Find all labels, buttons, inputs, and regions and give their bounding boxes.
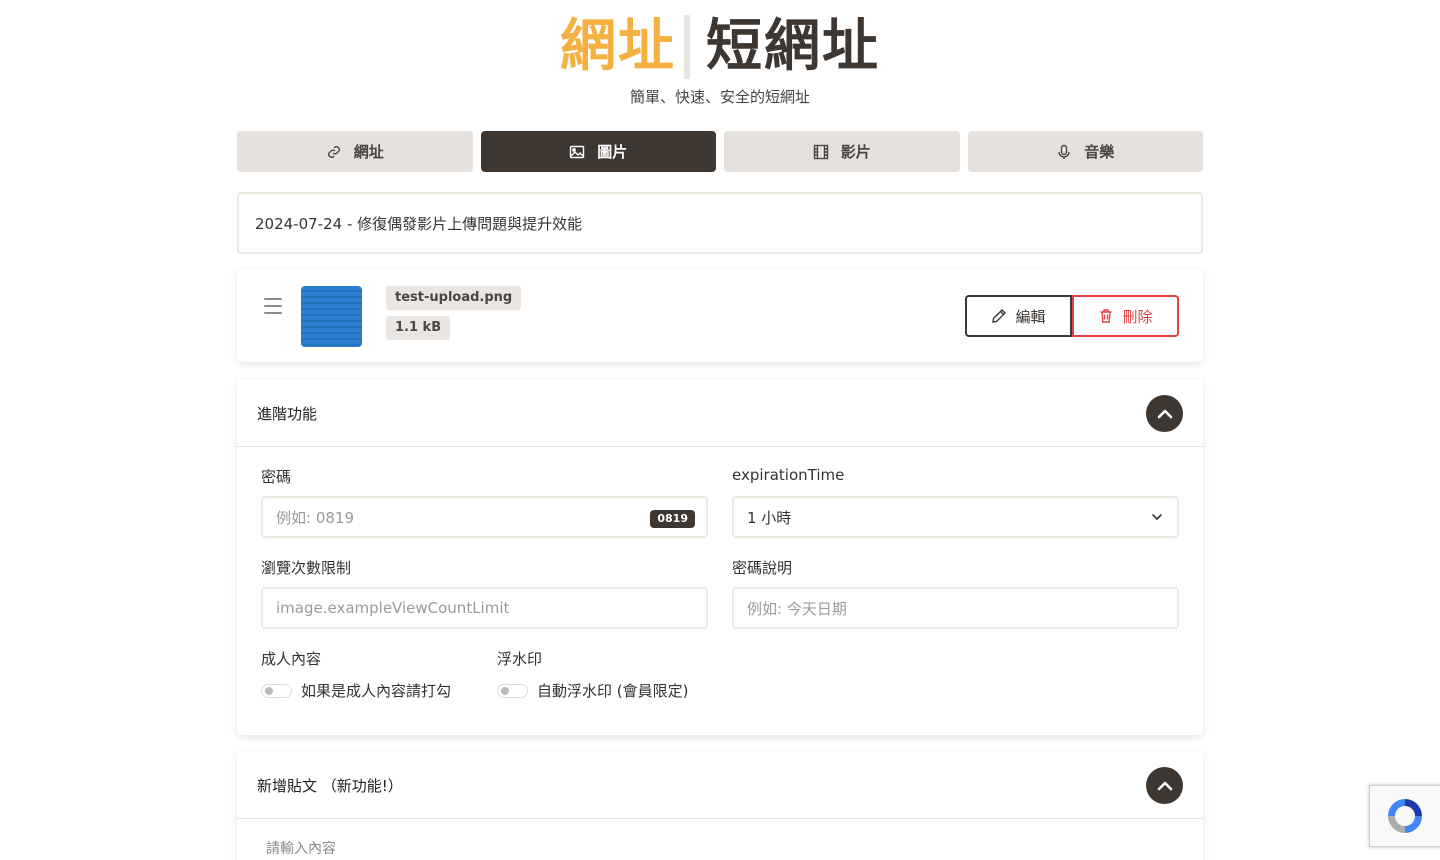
drag-handle-icon[interactable] [264,298,282,314]
file-size-badge: 1.1 kB [386,316,451,340]
advanced-settings-panel: 進階功能 密碼 例如: 0819 0819 expirationTime 1 小… [237,380,1203,735]
tab-music[interactable]: 音樂 [967,131,1203,172]
advanced-panel-header[interactable]: 進階功能 [237,380,1203,447]
logo-separator [684,15,690,79]
new-post-panel-title: 新增貼文 （新功能!） [257,776,403,795]
adult-content-switch-text: 如果是成人內容請打勾 [301,682,452,700]
chevron-up-icon [1157,409,1172,418]
file-thumbnail [301,286,362,347]
tab-image-label: 圖片 [597,143,628,161]
password-hint-label: 密碼說明 [732,559,793,577]
password-badge: 0819 [650,510,695,528]
announcement-banner: 2024-07-24 - 修復偶發影片上傳問題與提升效能 [237,192,1203,254]
password-hint-placeholder: 例如: 今天日期 [747,599,847,618]
recaptcha-badge[interactable] [1369,785,1440,847]
tab-music-label: 音樂 [1084,143,1115,161]
view-limit-label: 瀏覽次數限制 [261,559,352,577]
new-post-panel-header[interactable]: 新增貼文 （新功能!） [237,752,1203,819]
password-hint-input[interactable]: 例如: 今天日期 [732,587,1179,629]
expiration-value: 1 小時 [747,508,792,527]
film-icon [813,144,828,159]
tab-image[interactable]: 圖片 [480,131,716,172]
tab-url[interactable]: 網址 [237,131,473,172]
chevron-up-icon [1157,781,1172,790]
image-icon [570,145,585,158]
trash-icon [1100,309,1112,323]
watermark-toggle[interactable]: 自動浮水印 (會員限定) [497,680,688,701]
watermark-switch-text: 自動浮水印 (會員限定) [537,682,689,700]
pencil-icon [992,309,1007,323]
delete-button-label: 刪除 [1122,307,1153,326]
logo-sub-text: 短網址 [706,14,880,79]
watermark-switch[interactable] [497,683,528,698]
recaptcha-icon [1388,799,1422,833]
chevron-down-icon [1152,514,1162,520]
link-icon [327,145,340,158]
tagline: 簡單、快速、安全的短網址 [629,88,810,106]
upload-type-tabs: 網址 圖片 影片 音樂 [237,131,1203,172]
logo-main-text: 網址 [560,14,676,79]
edit-button-label: 編輯 [1015,307,1046,326]
site-logo[interactable]: 網址 短網址 [0,14,1440,80]
microphone-icon [1058,144,1070,159]
advanced-panel-title: 進階功能 [257,404,318,423]
password-label: 密碼 [261,468,292,486]
post-content-textarea[interactable]: 請輸入內容 [266,838,336,858]
password-input[interactable]: 例如: 0819 0819 [261,496,708,538]
new-post-panel: 新增貼文 （新功能!） 請輸入內容 [237,752,1203,860]
tab-video[interactable]: 影片 [724,131,960,172]
expiration-select[interactable]: 1 小時 [732,496,1179,538]
adult-content-switch[interactable] [261,683,292,698]
file-name-badge: test-upload.png [386,286,522,310]
collapse-post-button[interactable] [1146,767,1183,804]
collapse-advanced-button[interactable] [1146,395,1183,432]
tab-url-label: 網址 [353,143,384,161]
adult-content-label: 成人內容 [261,650,322,668]
password-placeholder: 例如: 0819 [276,508,354,527]
delete-button[interactable]: 刪除 [1072,295,1179,337]
view-limit-placeholder: image.exampleViewCountLimit [276,599,510,617]
uploaded-file-card: test-upload.png 1.1 kB 編輯 刪除 [237,270,1203,362]
adult-content-toggle[interactable]: 如果是成人內容請打勾 [261,680,451,701]
view-limit-input[interactable]: image.exampleViewCountLimit [261,587,708,629]
tab-video-label: 影片 [840,143,871,161]
expiration-label: expirationTime [732,466,845,484]
edit-button[interactable]: 編輯 [965,295,1072,337]
watermark-label: 浮水印 [497,650,543,668]
file-actions: 編輯 刪除 [965,295,1179,337]
